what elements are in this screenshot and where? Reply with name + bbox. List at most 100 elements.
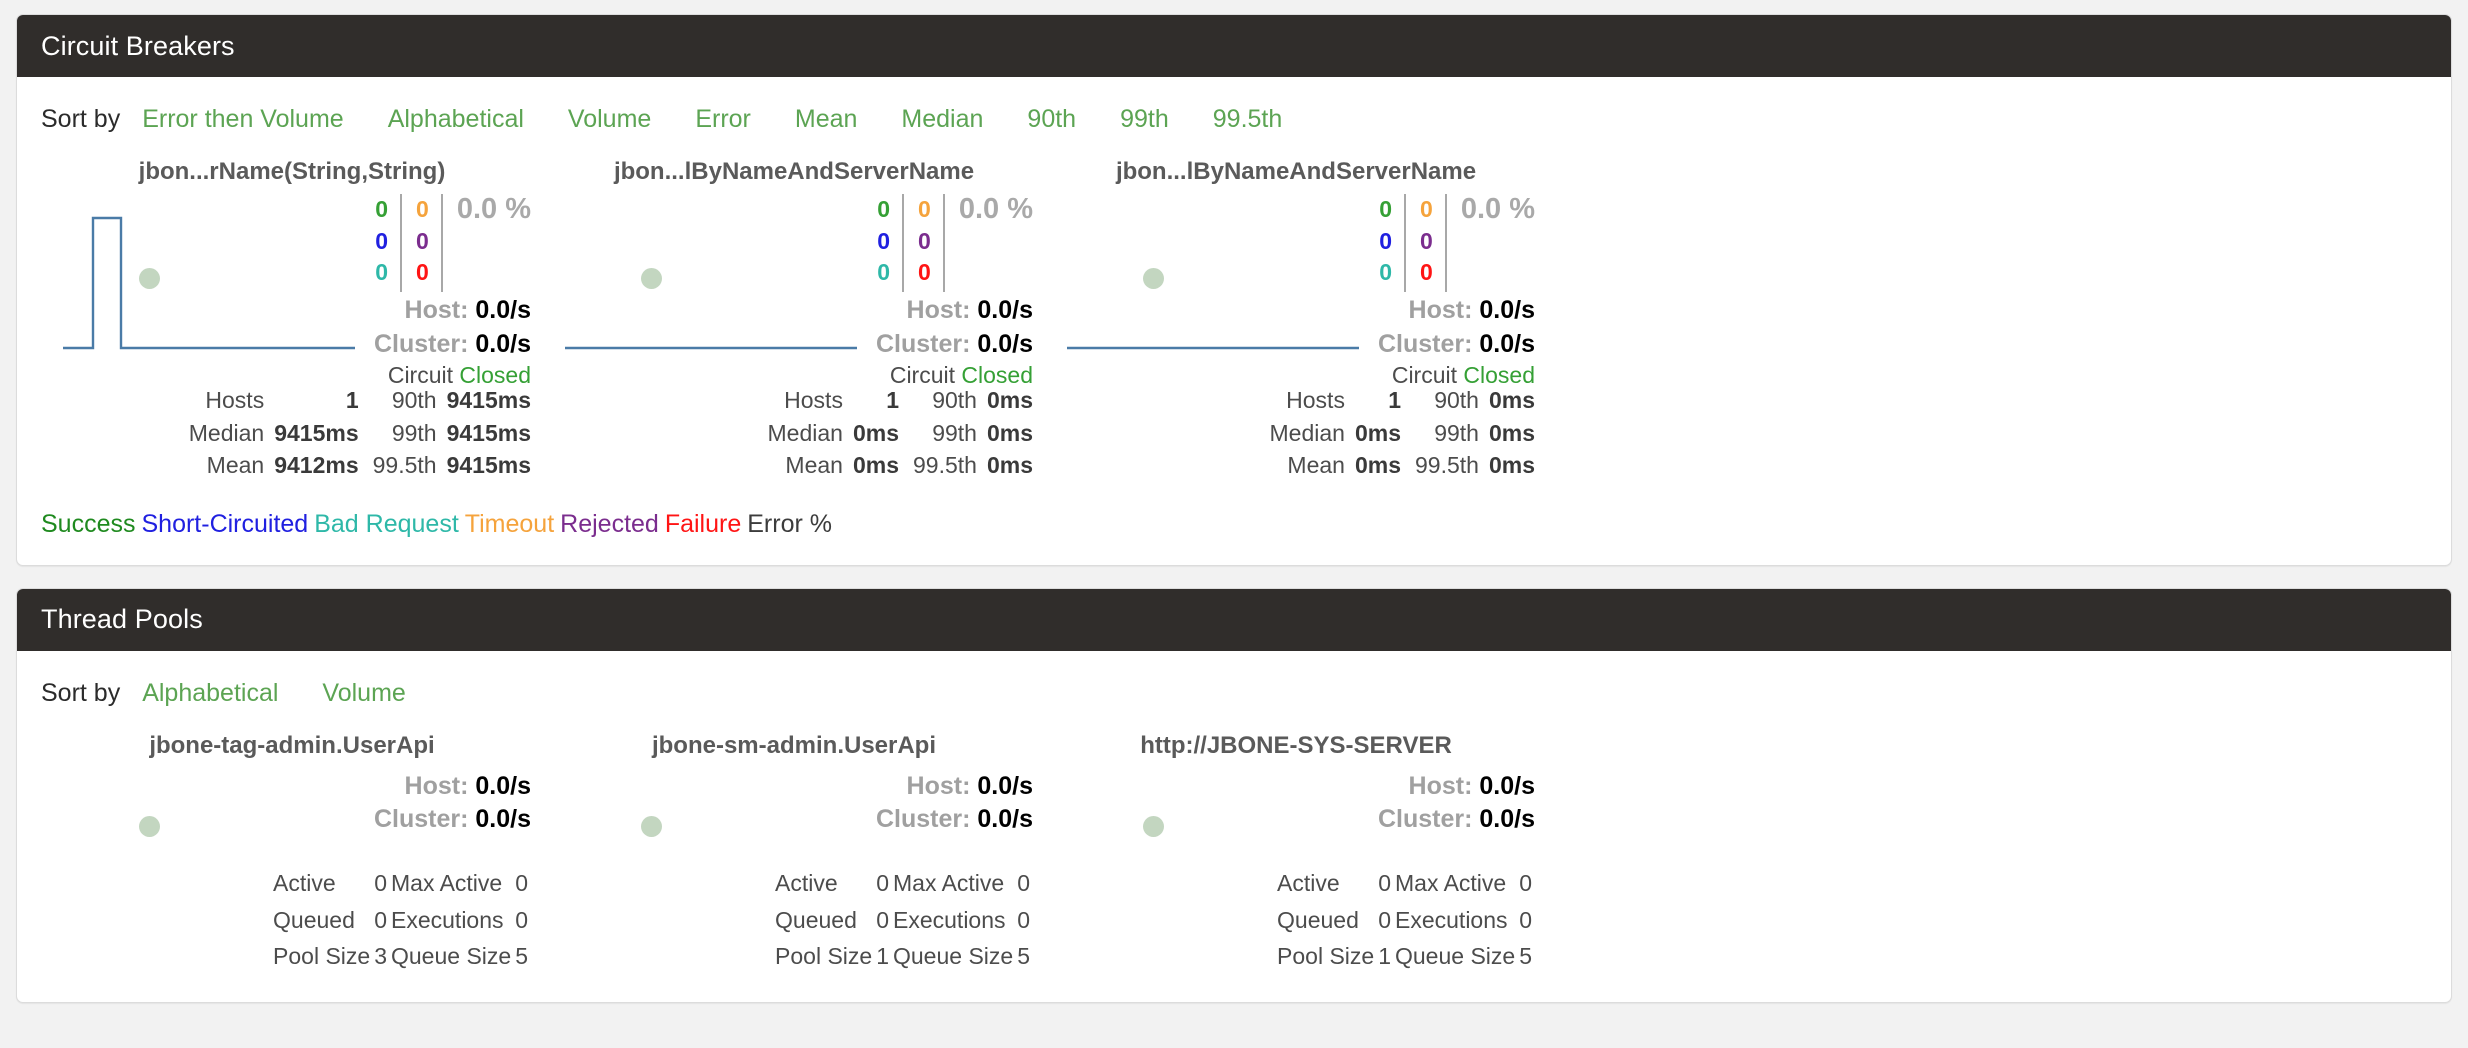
thread-pools-header: Thread Pools: [17, 588, 2451, 651]
circuit-status-label: Circuit: [387, 362, 453, 388]
stats-table: Active 0 Max Active 0 Queued 0 Executions 0 Pool…: [1274, 864, 1535, 976]
thread-pool-card[interactable]: jbone-sm-admin.UserApi Host: 0.0/s Cluster…: [543, 720, 1045, 976]
stat-label: Queued: [273, 906, 355, 933]
dashboard-page: Circuit Breakers Sort by Error then Volu…: [0, 0, 2468, 1048]
cluster-rate-label: Cluster:: [875, 329, 971, 358]
circuit-breaker-card[interactable]: jbon...lByNameAndServerName 0 0 0 0 0 0 0.0 % Ho…: [543, 146, 1045, 482]
circuit-breakers-panel: Circuit Breakers Sort by Error then Volu…: [16, 14, 2452, 566]
thread-pool-stats: Active 0 Max Active 0 Queued 0 Executions 0 Pool…: [555, 864, 1033, 976]
card-title: jbon...lByNameAndServerName: [613, 158, 975, 185]
stats-row: Queued 0 Executions 0: [1276, 903, 1533, 938]
legend-item-short-circuited: Short-Circuited: [141, 509, 309, 538]
rate-block: Host: 0.0/s Cluster: 0.0/s: [374, 770, 531, 837]
cluster-rate-row: Cluster: 0.0/s: [374, 328, 531, 362]
stat-value: 0: [1519, 906, 1532, 933]
stat-label: Hosts: [1286, 387, 1345, 413]
circuit-status: Circuit Closed: [388, 362, 531, 389]
stat-value: 1: [1378, 943, 1391, 970]
counter-timeout: 0: [416, 196, 429, 222]
circuit-breaker-card[interactable]: jbon...rName(String,String) 0 0 0 0 0 0 0.0 % Ho…: [41, 146, 543, 482]
stat-value: 5: [1017, 943, 1030, 970]
counter-success: 0: [375, 196, 389, 222]
sort-link-error[interactable]: Error: [695, 105, 751, 133]
stats-row: Mean 0ms 99.5th 0ms: [1256, 449, 1535, 482]
stat-value: 0: [876, 906, 889, 933]
legend-item-timeout: Timeout: [464, 509, 555, 538]
cluster-rate-value: 0.0/s: [977, 805, 1033, 834]
circuit-breaker-card[interactable]: jbon...lByNameAndServerName 0 0 0 0 0 0 0.0 % Ho…: [1045, 146, 1547, 482]
stat-label: Median: [188, 419, 265, 446]
stats-row: Active 0 Max Active 0: [1276, 866, 1533, 901]
thread-pools-card-grid: jbone-tag-admin.UserApi Host: 0.0/s Cluste…: [41, 720, 2427, 976]
cluster-rate-row: Cluster: 0.0/s: [1378, 803, 1535, 837]
cluster-rate-value: 0.0/s: [977, 329, 1033, 358]
sort-link-90th[interactable]: 90th: [1027, 105, 1076, 133]
stat-label: Max Active: [893, 869, 1005, 896]
stat-value: 3: [374, 943, 387, 970]
host-rate-value: 0.0/s: [1479, 771, 1535, 800]
sort-link-mean[interactable]: Mean: [795, 105, 858, 133]
sort-link-alphabetical[interactable]: Alphabetical: [388, 105, 524, 133]
legend-item-success: Success: [41, 509, 136, 538]
sort-links-group: Error then Volume Alphabetical Volume Error…: [142, 105, 1326, 134]
stat-value: 0: [1017, 906, 1030, 933]
host-rate-value: 0.0/s: [977, 296, 1033, 324]
card-title: jbone-tag-admin.UserApi: [149, 731, 435, 759]
stat-value: 0ms: [986, 452, 1033, 479]
stat-label: Active: [1277, 869, 1340, 896]
card-title: jbon...lByNameAndServerName: [1115, 158, 1477, 185]
counter-column-left: 0 0 0: [877, 194, 905, 292]
stat-value: 0ms: [1488, 452, 1535, 479]
stat-value: 0: [1519, 869, 1532, 896]
sort-link-volume[interactable]: Volume: [568, 105, 651, 133]
sort-link-median[interactable]: Median: [901, 105, 983, 133]
sort-link-99th[interactable]: 99th: [1120, 105, 1169, 133]
circuit-status-value: Closed: [459, 362, 531, 388]
circuit-breaker-chart-area: 0 0 0 0 0 0 0.0 % Host: 0.0/s Cluster: 0.0/s Circ…: [555, 190, 1033, 388]
stat-value: 1: [345, 387, 359, 413]
stat-label: 99.5th: [913, 452, 977, 479]
counter-column-right: 0 0 0: [402, 194, 443, 292]
thread-pool-card[interactable]: jbone-tag-admin.UserApi Host: 0.0/s Cluste…: [41, 720, 543, 976]
health-status-circle-icon: [139, 268, 160, 289]
stat-label: Queued: [1277, 906, 1359, 933]
sort-link-volume[interactable]: Volume: [322, 679, 405, 707]
stats-table: Hosts 1 90th 9415ms Median 9415ms 99th 9415ms Me…: [175, 384, 531, 482]
stat-value: 0: [1378, 906, 1391, 933]
stats-row: Active 0 Max Active 0: [272, 866, 529, 901]
thread-pool-stats: Active 0 Max Active 0 Queued 0 Executions 0 Pool…: [53, 864, 531, 976]
stat-label: Queue Size: [1395, 943, 1516, 970]
cluster-rate-label: Cluster:: [1377, 805, 1473, 834]
card-title: jbone-sm-admin.UserApi: [651, 731, 937, 759]
host-rate-label: Host:: [1408, 296, 1473, 324]
thread-pool-stats: Active 0 Max Active 0 Queued 0 Executions 0 Pool…: [1057, 864, 1535, 976]
stat-value: 0: [515, 869, 528, 896]
sparkline-flat: [565, 346, 857, 350]
cluster-rate-value: 0.0/s: [1479, 805, 1535, 834]
counter-success: 0: [877, 196, 891, 222]
stat-label: Active: [273, 869, 336, 896]
thread-pool-card[interactable]: http://JBONE-SYS-SERVER Host: 0.0/s Cluste…: [1045, 720, 1547, 976]
legend-item-failure: Failure: [664, 509, 742, 538]
stat-label: Executions: [391, 906, 504, 933]
health-status-circle-icon: [1143, 268, 1164, 289]
sort-by-label: Sort by: [41, 105, 121, 133]
sort-link-error-then-volume[interactable]: Error then Volume: [142, 105, 344, 133]
cluster-rate-label: Cluster:: [373, 805, 469, 834]
stats-row: Mean 9412ms 99.5th 9415ms: [175, 449, 531, 482]
stat-value: 0ms: [852, 419, 899, 446]
stat-label: Pool Size: [1277, 943, 1375, 970]
error-percentage: 0.0 %: [1460, 193, 1535, 225]
rate-block: Host: 0.0/s Cluster: 0.0/s: [374, 294, 531, 361]
stat-label: Queued: [775, 906, 857, 933]
sort-link-99-5th[interactable]: 99.5th: [1213, 105, 1283, 133]
stat-label: 99th: [1434, 419, 1479, 446]
circuit-status-label: Circuit: [889, 362, 955, 388]
host-rate-label: Host:: [404, 296, 469, 324]
host-rate-value: 0.0/s: [475, 771, 531, 800]
card-title: http://JBONE-SYS-SERVER: [1140, 731, 1452, 759]
circuit-status-value: Closed: [961, 362, 1033, 388]
stat-value: 0: [1017, 869, 1030, 896]
sort-link-alphabetical[interactable]: Alphabetical: [142, 679, 278, 707]
stat-value: 5: [1519, 943, 1532, 970]
